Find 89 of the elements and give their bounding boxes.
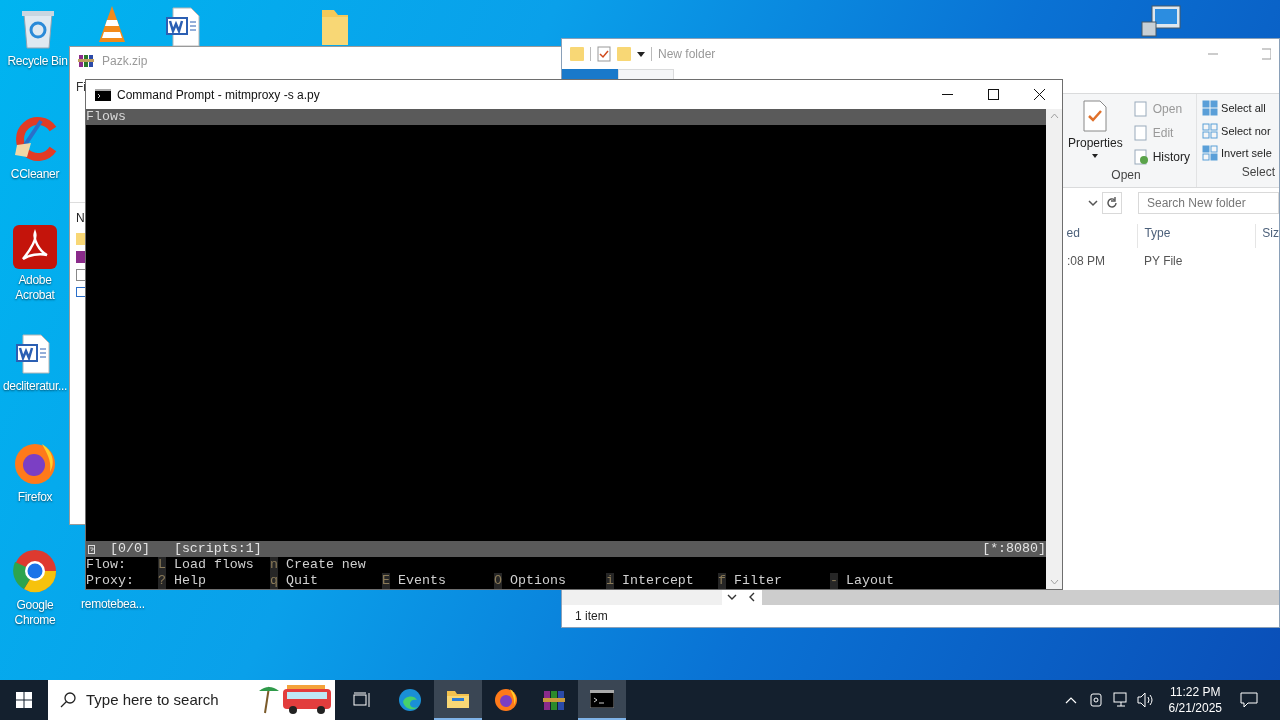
history-icon [1132,149,1149,165]
window-title: New folder [658,46,716,63]
column-header[interactable]: Type [1137,224,1256,248]
dropdown-arrow-icon[interactable] [637,50,645,58]
windows-logo-icon [16,692,32,708]
device-icon[interactable] [1088,692,1103,708]
shortcut-label: Help [174,573,206,589]
column-header[interactable]: ed [1066,224,1138,248]
ribbon-group-label: Select [1240,164,1276,181]
vertical-scrollbar[interactable] [1046,109,1062,589]
ribbon-group-label: Open [1110,167,1142,184]
archive-books-icon [542,688,566,712]
ribbon-command[interactable]: Select all [1202,100,1279,117]
shortcut-key: n [270,557,278,573]
shortcut-key: - [830,573,838,589]
keybar-label: Proxy: [86,573,135,589]
computer-icon [1140,4,1184,38]
properties-button[interactable]: Properties [1062,100,1129,166]
refresh-icon [1106,197,1118,209]
properties-icon[interactable] [597,46,611,62]
folder-icon [76,233,86,245]
folder-icon [446,689,470,709]
terminal-icon [95,88,111,101]
close-icon [1033,89,1045,100]
taskbar-app-button[interactable] [578,680,626,720]
edit-icon [1132,125,1149,141]
scroll-up-icon [1049,113,1059,119]
select-grid-icon [1202,145,1219,162]
column-header[interactable]: Siz [1255,224,1279,248]
listen-port: [*:8080] [982,541,1046,557]
table-cell-text: :08 PM [1067,253,1106,270]
shortcut-label: Load flows [174,557,254,573]
speaker-icon[interactable] [1136,692,1155,708]
archive-file-icon [76,251,86,263]
terminal-icon [590,690,614,708]
properties-icon [1082,100,1109,132]
window-title: Pazk.zip [102,53,148,70]
table-cell-text: PY File [1144,253,1183,270]
clock[interactable]: 11:22 PM 6/21/2025 [1164,684,1226,716]
refresh-button[interactable] [1102,192,1122,214]
task-view-icon [353,692,371,708]
status-text: 1 item [575,608,608,625]
chrome-icon [12,548,58,594]
ribbon-command[interactable]: Invert sele [1202,145,1279,162]
search-field[interactable]: Search New folder [1138,192,1279,214]
box-glyph-icon [88,545,95,554]
scroll-down-icon [1049,579,1059,585]
shortcut-key: O [494,573,502,589]
chevron-down-icon[interactable] [1088,199,1098,207]
shortcut-key: i [606,573,614,589]
ribbon-tab[interactable] [618,69,674,80]
shortcut-key: ? [158,573,166,589]
select-grid-icon [1202,122,1219,139]
shortcut-label: Intercept [622,573,694,589]
taskbar-app-button[interactable] [434,680,482,720]
shortcut-label: Layout [846,573,894,589]
dropdown-arrow-icon [1092,154,1099,158]
window-title: Command Prompt - mitmproxy -s a.py [117,86,320,104]
menu-item[interactable]: Fi [76,78,86,96]
script-count: [scripts:1] [173,541,262,557]
open-icon [1132,101,1149,117]
column-header: N [76,210,86,227]
ribbon-command[interactable]: History [1132,148,1191,166]
shortcut-label: Create new [286,557,366,573]
ribbon-command[interactable]: Select nor [1202,122,1279,139]
horizontal-scrollbar[interactable] [762,590,1279,605]
edge-icon [398,688,422,712]
keybar-label: Flow: [86,557,127,573]
shortcut-label: Options [510,573,566,589]
shortcut-key: f [718,573,726,589]
shortcut-key: q [270,573,278,589]
archive-books-icon [78,53,94,69]
notification-icon[interactable] [1240,692,1258,708]
list-header: Flows [86,109,1046,125]
maximize-icon [987,89,999,100]
shortcut-label: Filter [734,573,782,589]
folder-icon [320,8,350,46]
shortcut-label: Events [398,573,446,589]
shortcut-key: E [382,573,390,589]
search-icon [60,692,76,708]
pdf-icon [13,225,57,269]
shortcut-label: Quit [286,573,318,589]
flow-count: [0/0] [110,541,150,557]
firefox-icon [494,688,518,712]
select-grid-icon [1202,100,1219,117]
chevron-up-icon[interactable] [1064,696,1077,704]
search-field[interactable]: Type here to search [48,680,335,720]
shortcut-key: L [158,557,166,573]
network-icon[interactable] [1112,692,1129,708]
